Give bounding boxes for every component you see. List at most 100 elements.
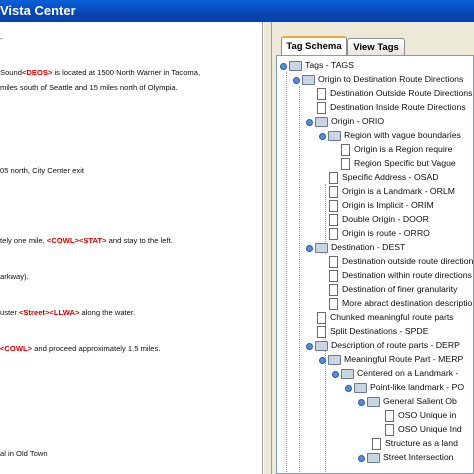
tree-node[interactable]: Street Intersection	[357, 450, 454, 464]
document-icon	[317, 311, 326, 324]
tree-node-label: Destination of finer granularity	[342, 284, 458, 294]
tree-node-label: OSO Unique in	[398, 410, 457, 420]
expand-handle-icon[interactable]	[318, 355, 327, 365]
tree-node-label: Chunked meaningful route parts	[330, 312, 454, 322]
tag-marker[interactable]: <LLWA>	[49, 308, 79, 317]
document-icon	[329, 213, 338, 226]
tab-tag-schema[interactable]: Tag Schema	[281, 36, 347, 56]
expand-handle-icon[interactable]	[279, 61, 288, 71]
tree-node-label: Destination outside route directions	[342, 256, 474, 266]
tag-marker[interactable]: <Street>	[19, 308, 49, 317]
folder-icon	[328, 130, 341, 141]
pane-splitter[interactable]	[263, 22, 272, 474]
tree-node[interactable]: Origin to Destination Route Directions	[292, 72, 463, 86]
text-fragment: -	[0, 34, 3, 43]
tree-node-label: Origin - ORIO	[331, 116, 385, 126]
expand-handle-icon[interactable]	[344, 383, 353, 393]
tree-node[interactable]: Origin is Implicit - ORIM	[327, 198, 434, 212]
expand-handle-icon[interactable]	[305, 117, 314, 127]
folder-icon	[341, 368, 354, 379]
tree-node[interactable]: Split Destinations - SPDE	[315, 324, 429, 338]
tree-node[interactable]: Description of route parts - DERP	[305, 338, 460, 352]
tag-marker[interactable]: <STAT>	[79, 236, 107, 245]
folder-icon	[315, 340, 328, 351]
document-icon	[385, 409, 394, 422]
text-line: tely one mile, <COWL><STAT> and stay to …	[0, 236, 173, 245]
tree-node-label: Origin is route - ORRO	[342, 228, 430, 238]
text-line: uster <Street><LLWA> along the water.	[0, 308, 135, 317]
tree-node[interactable]: Origin is a Landmark - ORLM	[327, 184, 455, 198]
folder-icon	[289, 60, 302, 71]
tree-node[interactable]: Centered on a Landmark -	[331, 366, 458, 380]
document-icon	[317, 87, 326, 100]
tag-panel: Tag Schema View Tags Tags - TAGS Origin …	[273, 22, 474, 474]
folder-icon	[315, 116, 328, 127]
expand-handle-icon[interactable]	[305, 341, 314, 351]
document-icon	[341, 143, 350, 156]
tree-node[interactable]: Destination outside route directions	[327, 254, 474, 268]
expand-handle-icon[interactable]	[318, 131, 327, 141]
tree-node[interactable]: More abract destination descriptions	[327, 296, 474, 310]
document-icon	[329, 171, 338, 184]
tree-node[interactable]: Destination - DEST	[305, 240, 405, 254]
text-fragment: is located at 1500 North Warner in Tacom…	[52, 68, 201, 77]
folder-icon	[315, 242, 328, 253]
tree-node[interactable]: Tags - TAGS	[279, 58, 354, 72]
tree-node[interactable]: Destination Inside Route Directions	[315, 100, 466, 114]
tree-node[interactable]: Origin - ORIO	[305, 114, 384, 128]
title-bar: Vista Center	[0, 0, 474, 22]
tree-node-label: Destination within route directions	[342, 270, 472, 280]
tree-node[interactable]: Destination within route directions	[327, 268, 472, 282]
text-line: <COWL> and proceed approximately 1.5 mil…	[0, 344, 160, 353]
tree-node[interactable]: General Salient Ob	[357, 394, 457, 408]
document-icon	[329, 255, 338, 268]
text-line: -	[0, 34, 3, 43]
tree-node[interactable]: Origin is a Region require	[339, 142, 453, 156]
expand-handle-icon[interactable]	[357, 453, 366, 463]
tree-node[interactable]: Origin is route - ORRO	[327, 226, 430, 240]
tree-node[interactable]: Meaningful Route Part - MERP	[318, 352, 463, 366]
tree-node-label: Destination Inside Route Directions	[330, 102, 466, 112]
tab-view-tags[interactable]: View Tags	[347, 38, 405, 56]
text-line: Sound<DEOS> is located at 1500 North War…	[0, 68, 200, 77]
tree-node[interactable]: Specific Address - OSAD	[327, 170, 439, 184]
tree-node[interactable]: OSO Unique Ind	[383, 422, 462, 436]
tree-node[interactable]: Destination of finer granularity	[327, 282, 457, 296]
tree-node[interactable]: Structure as a land	[370, 436, 458, 450]
expand-handle-icon[interactable]	[292, 75, 301, 85]
text-line: miles south of Seattle and 15 miles nort…	[0, 83, 178, 92]
tree-node-label: Centered on a Landmark -	[357, 368, 459, 378]
document-icon	[329, 283, 338, 296]
tag-marker[interactable]: <COWL>	[47, 236, 79, 245]
tree-node[interactable]: Destination Outside Route Directions	[315, 86, 472, 100]
tag-marker[interactable]: <COWL>	[0, 344, 32, 353]
document-icon	[329, 297, 338, 310]
document-icon	[329, 269, 338, 282]
tree-node[interactable]: Point-like landmark - PO	[344, 380, 464, 394]
tree-node-label: More abract destination descriptions	[342, 298, 474, 308]
tree-node[interactable]: OSO Unique in	[383, 408, 456, 422]
tree-guide-line	[286, 72, 287, 472]
document-icon	[317, 101, 326, 114]
tag-marker[interactable]: <DEOS>	[22, 68, 52, 77]
expand-handle-icon[interactable]	[357, 397, 366, 407]
tree-node-label: Specific Address - OSAD	[342, 172, 439, 182]
tree-node-label: Meaningful Route Part - MERP	[344, 354, 464, 364]
tag-schema-tree[interactable]: Tags - TAGS Origin to Destination Route …	[276, 55, 474, 474]
folder-icon	[367, 452, 380, 463]
tree-node[interactable]: Region Specific but Vague	[339, 156, 456, 170]
tree-node-label: OSO Unique Ind	[398, 424, 462, 434]
expand-handle-icon[interactable]	[305, 243, 314, 253]
text-fragment: al in Old Town	[0, 449, 48, 458]
tree-node-label: Origin is a Landmark - ORLM	[342, 186, 455, 196]
window-title: Vista Center	[0, 3, 76, 18]
text-fragment: along the water.	[79, 308, 136, 317]
tree-node-label: Region with vague boundaries	[344, 130, 461, 140]
folder-icon	[354, 382, 367, 393]
tree-node[interactable]: Chunked meaningful route parts	[315, 310, 454, 324]
tree-node[interactable]: Region with vague boundaries	[318, 128, 461, 142]
text-fragment: Sound	[0, 68, 22, 77]
tree-node[interactable]: Double Origin - DOOR	[327, 212, 429, 226]
document-text-pane[interactable]: - Sound<DEOS> is located at 1500 North W…	[0, 22, 263, 474]
expand-handle-icon[interactable]	[331, 369, 340, 379]
